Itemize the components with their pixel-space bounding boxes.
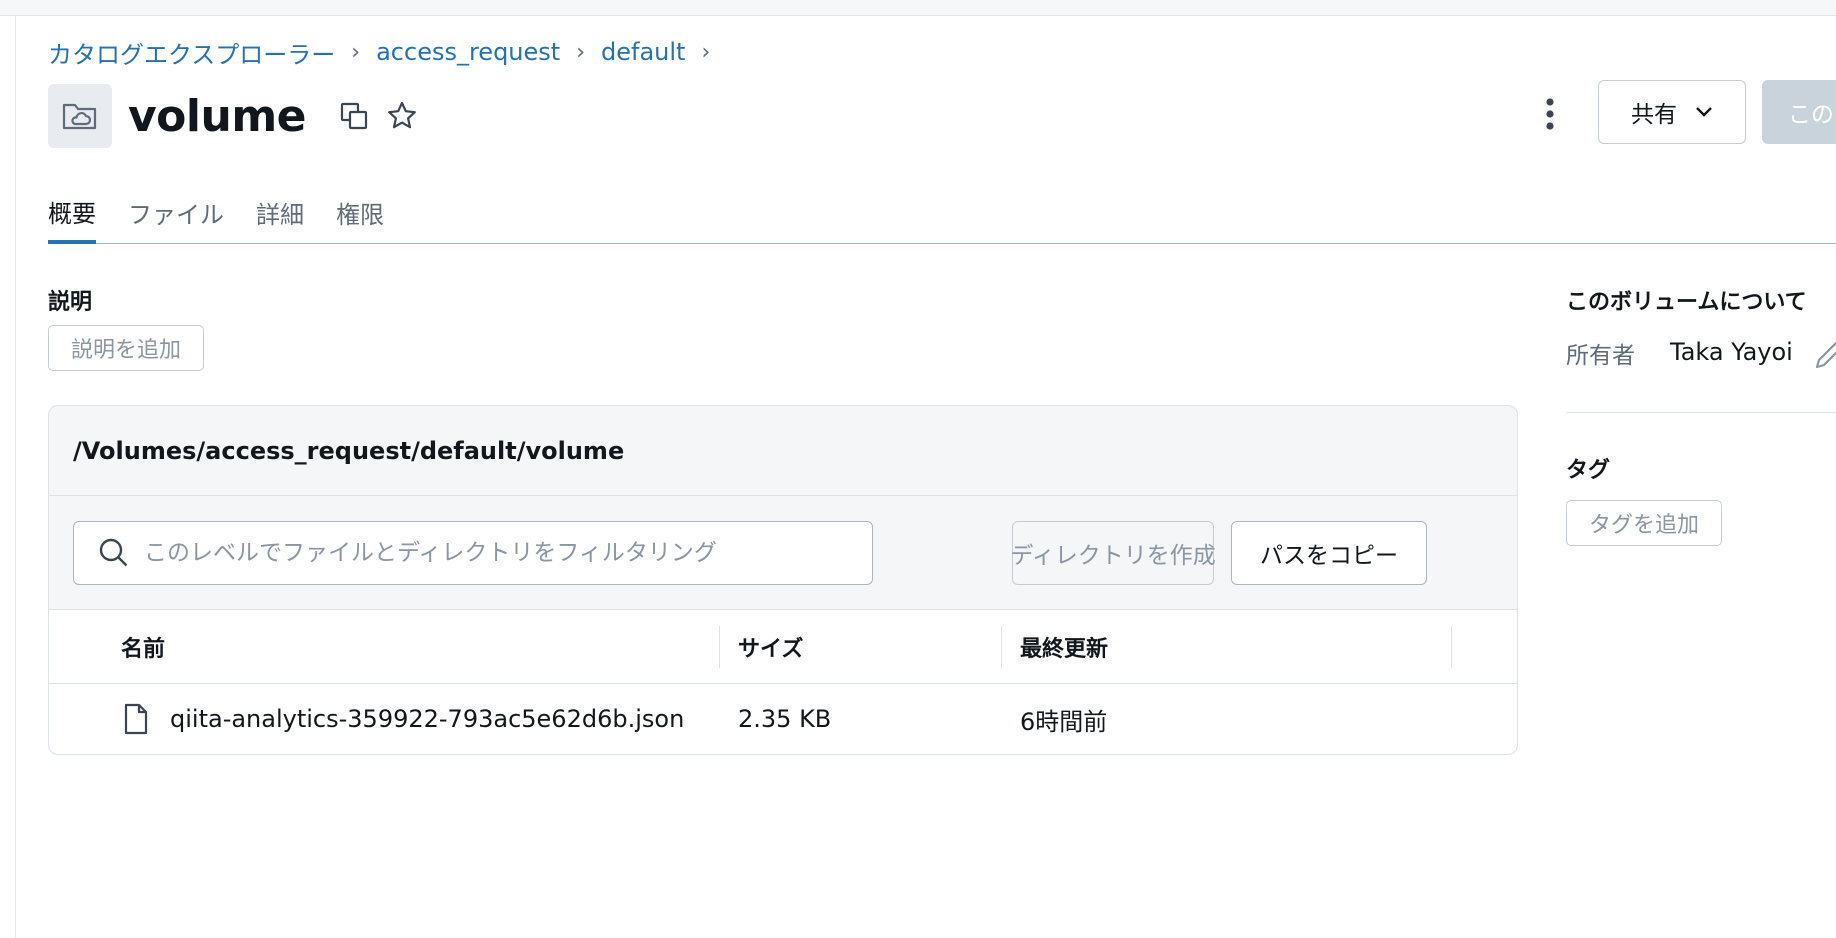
description-label: 説明: [48, 290, 93, 315]
page-title: volume: [128, 90, 307, 142]
tab-details[interactable]: 詳細: [256, 188, 304, 243]
copy-path-button[interactable]: パスをコピー: [1231, 521, 1427, 585]
chevron-down-icon: [1696, 107, 1712, 117]
column-resizer[interactable]: [1001, 626, 1002, 668]
files-card: /Volumes/access_request/default/volume デ…: [48, 405, 1518, 755]
file-name-link[interactable]: qiita-analytics-359922-793ac5e62d6b.json: [170, 684, 684, 754]
pencil-icon: [1815, 341, 1836, 369]
column-header-size[interactable]: サイズ: [738, 610, 803, 684]
favorite-button[interactable]: [382, 96, 422, 136]
share-button-label: 共有: [1631, 102, 1677, 128]
title-row: volume: [48, 84, 422, 148]
volume-folder-icon: [48, 84, 112, 148]
tags-label: タグ: [1566, 458, 1611, 483]
create-directory-button[interactable]: ディレクトリを作成: [1010, 521, 1216, 585]
table-row[interactable]: qiita-analytics-359922-793ac5e62d6b.json…: [49, 684, 1517, 754]
about-volume-title: このボリュームについて: [1566, 290, 1807, 315]
panel-divider: [1566, 412, 1836, 413]
left-rail: [0, 16, 16, 938]
share-button[interactable]: 共有: [1598, 80, 1746, 144]
more-options-button[interactable]: [1532, 92, 1568, 136]
tab-files[interactable]: ファイル: [128, 188, 224, 243]
tab-permissions[interactable]: 権限: [336, 188, 384, 243]
owner-label: 所有者: [1566, 343, 1635, 369]
breadcrumb-separator: ›: [701, 39, 711, 65]
file-icon: [123, 684, 149, 754]
edit-owner-button[interactable]: [1812, 338, 1836, 372]
file-modified: 6時間前: [1020, 707, 1108, 736]
owner-value: Taka Yayoi: [1670, 338, 1793, 366]
tab-bar: 概要 ファイル 詳細 権限: [48, 188, 1836, 244]
tab-overview[interactable]: 概要: [48, 188, 96, 244]
column-header-modified[interactable]: 最終更新: [1020, 610, 1108, 684]
search-icon: [99, 538, 128, 567]
copy-name-button[interactable]: [334, 96, 374, 136]
file-size: 2.35 KB: [738, 705, 832, 733]
files-table: 名前 サイズ 最終更新 qiita-analytics-359922-793ac…: [49, 610, 1517, 754]
breadcrumb-separator: ›: [576, 39, 586, 65]
primary-action-button[interactable]: この: [1762, 80, 1836, 144]
filter-search-input[interactable]: [144, 540, 844, 566]
breadcrumb-schema[interactable]: default: [601, 38, 685, 66]
breadcrumb-catalog[interactable]: access_request: [376, 38, 560, 66]
breadcrumb-catalog-explorer[interactable]: カタログエクスプローラー: [48, 35, 335, 70]
primary-action-label: この: [1788, 102, 1834, 128]
copy-icon: [340, 102, 368, 130]
star-icon: [388, 101, 416, 129]
breadcrumb-separator: ›: [351, 39, 361, 65]
breadcrumb: カタログエクスプローラー › access_request › default …: [48, 35, 726, 70]
column-resizer[interactable]: [1451, 626, 1452, 668]
kebab-menu-icon: [1546, 98, 1554, 130]
add-description-button[interactable]: 説明を追加: [48, 325, 204, 371]
files-toolbar: ディレクトリを作成 パスをコピー: [49, 496, 1517, 610]
column-header-name[interactable]: 名前: [121, 610, 165, 684]
column-resizer[interactable]: [719, 626, 720, 668]
table-header: 名前 サイズ 最終更新: [49, 610, 1517, 684]
volume-path: /Volumes/access_request/default/volume: [49, 406, 1517, 496]
top-strip: [0, 0, 1836, 16]
add-tag-button[interactable]: タグを追加: [1566, 500, 1722, 546]
filter-search-box[interactable]: [73, 521, 873, 585]
